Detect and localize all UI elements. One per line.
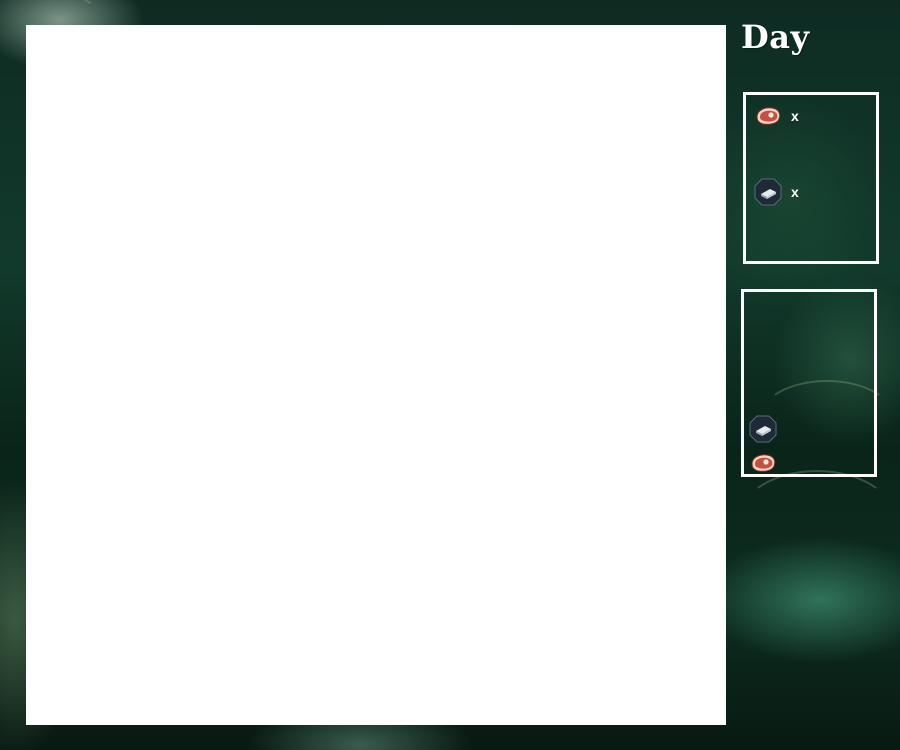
meat-count-label: x [791, 108, 799, 124]
resource-row-stone: x [753, 177, 799, 207]
branch-decoration [740, 470, 894, 564]
day-title: Day [741, 18, 810, 56]
resources-panel: x x [743, 92, 879, 264]
inventory-panel [741, 289, 877, 477]
stone-slab-icon[interactable] [748, 414, 778, 444]
stone-slab-icon [753, 177, 783, 207]
game-canvas[interactable] [26, 25, 726, 725]
meat-icon[interactable] [748, 448, 778, 478]
meat-icon [753, 101, 783, 131]
resource-row-meat: x [753, 101, 799, 131]
stone-count-label: x [791, 184, 799, 200]
